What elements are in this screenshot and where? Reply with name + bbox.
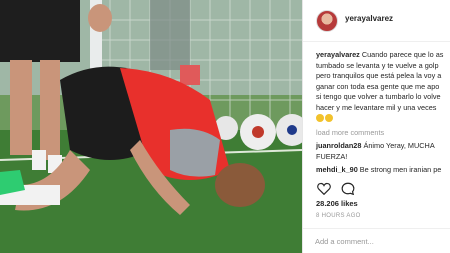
- caption-text-line-5: si tengo que volver a tumbarlo lo volve: [316, 92, 441, 102]
- post-side-panel: yerayalvarez yerayalvarez Cuando parece …: [302, 0, 450, 253]
- header-username[interactable]: yerayalvarez: [345, 14, 393, 23]
- comment-item: juanroldan28 Ánimo Yeray, MUCHA FUERZA!: [316, 141, 450, 162]
- caption-emoji-row: [316, 113, 450, 125]
- player-photo-illustration: [0, 0, 302, 253]
- load-more-comments-link[interactable]: load more comments: [316, 128, 384, 137]
- post-photo[interactable]: [0, 0, 302, 253]
- avatar[interactable]: [316, 10, 338, 32]
- caption-text-line-3: pero tranquilos que está pelea la voy a: [316, 71, 442, 81]
- comment-username[interactable]: juanroldan28: [316, 141, 361, 150]
- caption-text-line-1: Cuando parece que lo as: [359, 50, 444, 59]
- heart-icon[interactable]: [317, 182, 331, 195]
- comment-icon[interactable]: [341, 182, 355, 195]
- add-comment-bar: [303, 228, 450, 253]
- add-comment-input[interactable]: [315, 235, 440, 247]
- flexed-biceps-emoji-icon: [325, 113, 333, 122]
- flexed-biceps-emoji-icon: [316, 113, 324, 122]
- post-header: yerayalvarez: [303, 0, 450, 42]
- caption-text-line-4: ganar con toda esa gente que me apo: [316, 81, 440, 91]
- post-actions: [317, 182, 361, 200]
- comment-text: Be strong men iranian pe: [357, 165, 442, 174]
- likes-count[interactable]: 28.206 likes: [316, 199, 358, 208]
- caption-username[interactable]: yerayalvarez: [316, 50, 360, 59]
- comment-text: Ánimo Yeray, MUCHA: [361, 141, 435, 150]
- caption-text-line-6: hacer y me levantare mil y una veces: [316, 102, 437, 112]
- caption-text-line-2: tumbado se levanta y te vuelve a golp: [316, 60, 439, 70]
- post-timestamp: 8 HOURS AGO: [316, 213, 361, 219]
- post-caption: yerayalvarez Cuando parece que lo as tum…: [316, 50, 450, 124]
- comment-username[interactable]: mehdi_k_90: [316, 165, 358, 174]
- comment-text-continued: FUERZA!: [316, 151, 348, 161]
- comment-item: mehdi_k_90 Be strong men iranian pe: [316, 165, 450, 176]
